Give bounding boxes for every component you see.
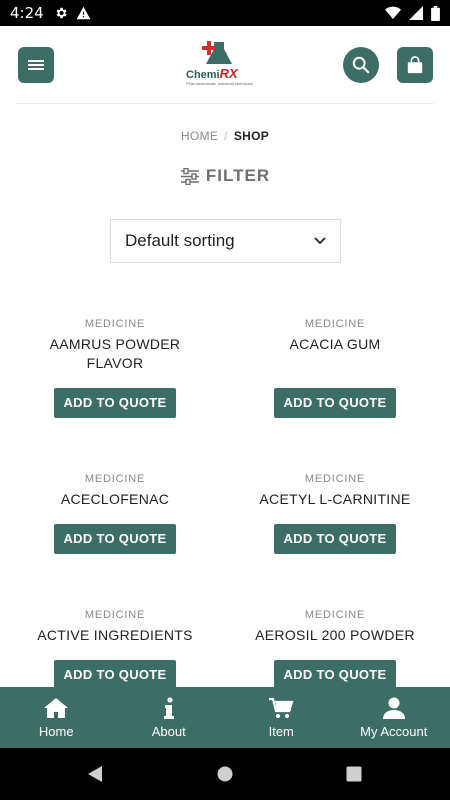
breadcrumb-separator: / [224, 129, 228, 143]
shopping-bag-icon [407, 56, 423, 74]
search-button[interactable] [343, 47, 379, 83]
back-icon[interactable] [86, 765, 104, 783]
signal-icon [409, 6, 423, 20]
product-category: MEDICINE [84, 318, 146, 330]
add-to-quote-button[interactable]: ADD TO QUOTE [54, 660, 176, 690]
breadcrumb: HOME / SHOP [0, 129, 450, 143]
battery-icon [431, 5, 440, 21]
product-name[interactable]: AEROSIL 200 POWDER [235, 626, 435, 645]
cart-icon [269, 697, 294, 718]
recents-icon[interactable] [346, 766, 362, 782]
home-circle-icon[interactable] [217, 766, 233, 782]
logo[interactable]: ChemiRX Pharmaceuticals, industrial chem… [183, 40, 253, 90]
status-bar: 4:24 [0, 0, 450, 26]
nav-label: Home [38, 723, 74, 739]
warning-icon [76, 6, 91, 20]
product-card: MEDICINE AEROSIL 200 POWDER ADD TO QUOTE [235, 609, 435, 690]
gear-icon [56, 7, 67, 19]
sliders-icon [180, 167, 199, 185]
logo-text: ChemiRX [186, 66, 238, 81]
add-to-quote-button[interactable]: ADD TO QUOTE [274, 388, 396, 418]
filter-button[interactable]: FILTER [0, 166, 450, 186]
nav-item-item[interactable]: Item [225, 687, 338, 748]
nav-item-my-account[interactable]: My Account [338, 687, 450, 748]
product-category: MEDICINE [84, 609, 146, 621]
add-to-quote-button[interactable]: ADD TO QUOTE [274, 524, 396, 554]
system-nav-bar [0, 748, 450, 800]
wifi-icon [385, 6, 401, 19]
product-card: MEDICINE ACACIA GUM ADD TO QUOTE [235, 318, 435, 418]
nav-label: About [151, 723, 186, 739]
filter-label: FILTER [205, 166, 271, 185]
menu-button[interactable] [18, 47, 54, 83]
sort-selected-value: Default sorting [125, 231, 235, 250]
add-to-quote-button[interactable]: ADD TO QUOTE [54, 524, 176, 554]
add-to-quote-button[interactable]: ADD TO QUOTE [54, 388, 176, 418]
product-name[interactable]: ACECLOFENAC [15, 490, 215, 509]
info-icon [163, 696, 174, 719]
product-name[interactable]: ACACIA GUM [235, 335, 435, 354]
nav-label: Item [268, 723, 294, 739]
add-to-quote-button[interactable]: ADD TO QUOTE [274, 660, 396, 690]
status-time: 4:24 [10, 4, 44, 22]
user-icon [382, 697, 405, 719]
header: ChemiRX Pharmaceuticals, industrial chem… [0, 26, 450, 104]
product-card: MEDICINE ACETYL L-CARNITINE ADD TO QUOTE [235, 473, 435, 554]
product-category: MEDICINE [84, 473, 146, 485]
search-icon [352, 56, 370, 74]
product-name[interactable]: ACETYL L-CARNITINE [235, 490, 435, 509]
chevron-down-icon [314, 237, 326, 245]
cart-button[interactable] [397, 47, 433, 83]
nav-item-home[interactable]: Home [0, 687, 113, 748]
product-category: MEDICINE [304, 473, 366, 485]
product-category: MEDICINE [304, 609, 366, 621]
product-card: MEDICINE ACECLOFENAC ADD TO QUOTE [15, 473, 215, 554]
home-icon [44, 697, 69, 718]
nav-item-about[interactable]: About [113, 687, 226, 748]
nav-label: My Account [360, 723, 428, 739]
product-card: MEDICINE ACTIVE INGREDIENTS ADD TO QUOTE [15, 609, 215, 690]
product-name[interactable]: ACTIVE INGREDIENTS [15, 626, 215, 645]
menu-icon [28, 60, 44, 70]
product-card: MEDICINE AAMRUS POWDER FLAVOR ADD TO QUO… [15, 318, 215, 418]
product-name[interactable]: AAMRUS POWDER FLAVOR [15, 335, 215, 373]
logo-tagline: Pharmaceuticals, industrial chemicals [186, 81, 253, 86]
sort-dropdown[interactable]: Default sorting [110, 219, 341, 263]
breadcrumb-current: SHOP [233, 129, 270, 143]
header-divider [16, 103, 434, 104]
breadcrumb-home-link[interactable]: HOME [181, 129, 218, 143]
product-category: MEDICINE [304, 318, 366, 330]
bottom-nav: Home About Item My Account [0, 687, 450, 748]
